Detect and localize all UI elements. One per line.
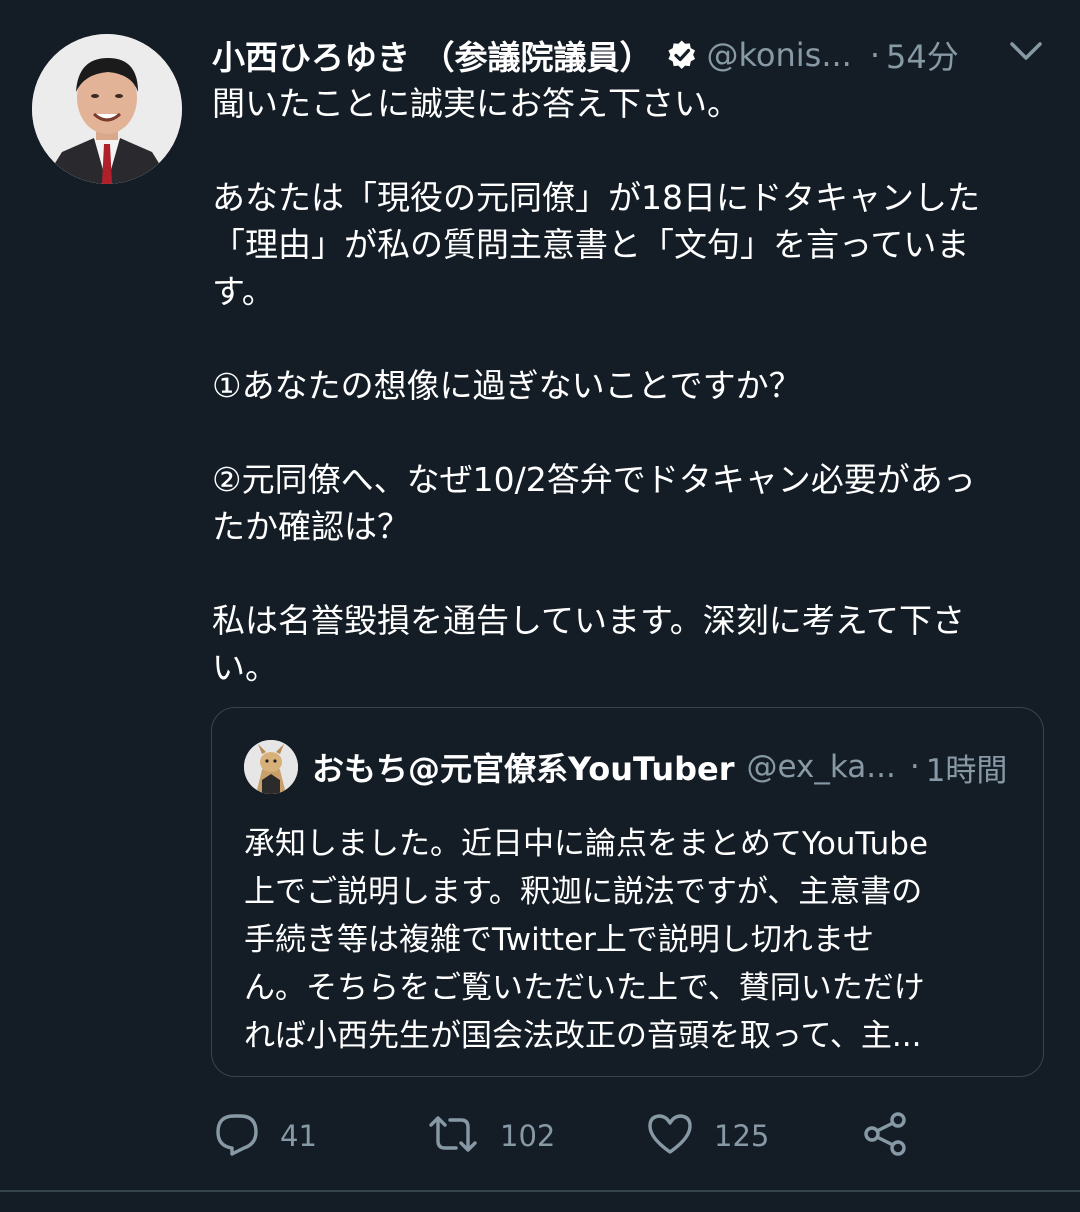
tweet-line: たか確認は？ <box>212 507 410 546</box>
header-separator: · <box>869 36 880 74</box>
tweet-line-blank <box>212 315 1042 362</box>
like-count: 125 <box>714 1119 770 1153</box>
tweet-divider <box>0 1190 1080 1192</box>
quoted-tweet-line: れば小西先生が国会法改正の音頭を取って、主... <box>244 1018 922 1054</box>
quoted-tweet-line: 手続き等は複雑でTwitter上で説明し切れませ <box>244 922 874 958</box>
quoted-tweet-line: ん。そちらをご覧いただいた上で、賛同いただけ <box>244 970 925 1006</box>
quoted-tweet-line: 承知しました。近日中に論点をまとめてYouTube <box>244 826 929 862</box>
tweet-line: す。 <box>212 272 275 311</box>
tweet-line-blank <box>212 127 1042 174</box>
retweet-icon <box>426 1111 480 1161</box>
quoted-tweet-timestamp: 1時間 <box>925 752 1008 789</box>
tweet[interactable]: 小西ひろゆき （参議院議員） @konis... · 54分 聞いたことに誠実に… <box>0 0 1080 1190</box>
chevron-down-icon[interactable] <box>1006 36 1046 66</box>
reply-button[interactable]: 41 <box>214 1108 317 1164</box>
tweet-line: 「理由」が私の質問主意書と「文句」を言っていま <box>212 225 970 264</box>
tweet-timestamp[interactable]: 54分 <box>886 32 959 78</box>
quoted-tweet-header: おもち@元官僚系YouTuber @ex_ka... · 1時間 <box>312 744 1032 790</box>
quoted-tweet[interactable]: おもち@元官僚系YouTuber @ex_ka... · 1時間 承知しました。… <box>211 707 1044 1077</box>
author-display-name[interactable]: 小西ひろゆき （参議院議員） <box>212 31 653 79</box>
tweet-text: 聞いたことに誠実にお答え下さい。 あなたは「現役の元同僚」が18日にドタキャンし… <box>212 80 1042 691</box>
tweet-line: あなたは「現役の元同僚」が18日にドタキャンした <box>212 178 980 217</box>
quoted-author-avatar <box>244 740 298 794</box>
share-button[interactable] <box>862 1108 910 1164</box>
tweet-line-blank <box>212 409 1042 456</box>
tweet-line: ②元同僚へ、なぜ10/2答弁でドタキャン必要があっ <box>212 460 976 499</box>
heart-icon <box>646 1111 694 1161</box>
quoted-author-handle: @ex_ka... <box>746 749 896 785</box>
share-icon <box>862 1110 910 1162</box>
tweet-line: ①あなたの想像に過ぎないことですか？ <box>212 366 802 405</box>
retweet-button[interactable]: 102 <box>426 1108 555 1164</box>
retweet-count: 102 <box>500 1119 556 1153</box>
reply-count: 41 <box>280 1119 317 1153</box>
verified-badge-icon <box>667 40 697 70</box>
author-handle[interactable]: @konis... <box>707 36 852 74</box>
quoted-author-display-name: おもち@元官僚系YouTuber <box>312 750 735 788</box>
author-avatar[interactable] <box>32 34 182 184</box>
quoted-tweet-line: 上でご説明します。釈迦に説法ですが、主意書の <box>244 874 923 910</box>
reply-bubble-icon <box>214 1111 260 1161</box>
quoted-tweet-text: 承知しました。近日中に論点をまとめてYouTube 上でご説明します。釈迦に説法… <box>244 820 1024 1060</box>
tweet-actions: 41 102 125 <box>0 1108 1080 1164</box>
tweet-line-blank <box>212 550 1042 597</box>
quoted-header-separator: · <box>909 749 920 785</box>
tweet-line: 聞いたことに誠実にお答え下さい。 <box>212 84 740 123</box>
like-button[interactable]: 125 <box>646 1108 769 1164</box>
tweet-header: 小西ひろゆき （参議院議員） @konis... · 54分 <box>212 30 1052 80</box>
tweet-line: い。 <box>212 648 278 687</box>
tweet-line: 私は名誉毀損を通告しています。深刻に考えて下さ <box>212 601 966 640</box>
